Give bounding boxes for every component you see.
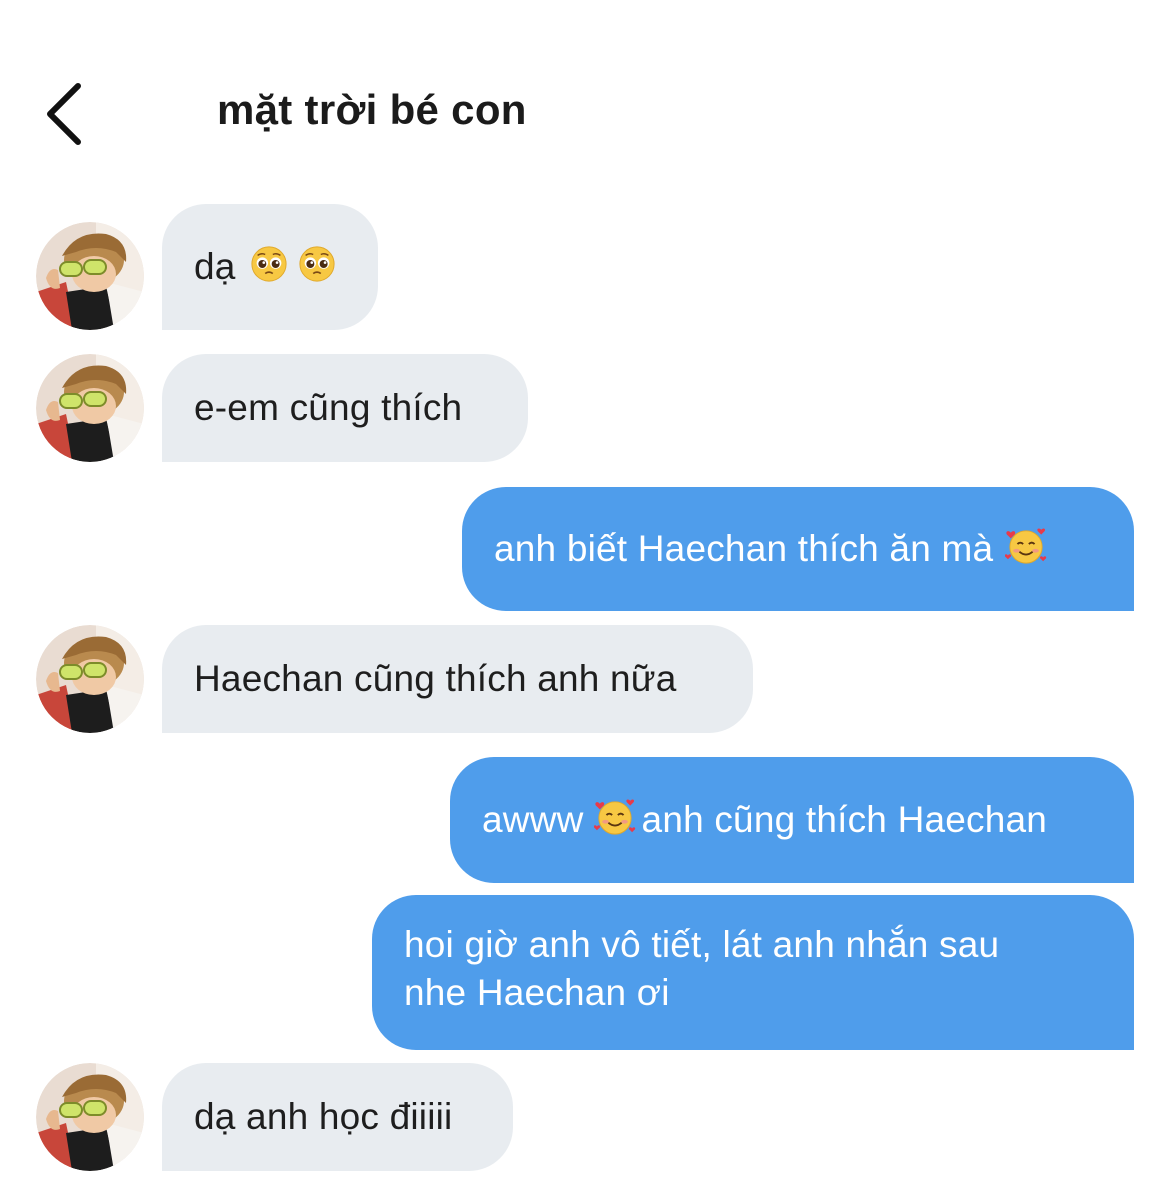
avatar[interactable]	[36, 354, 144, 462]
message-bubble[interactable]: dạ	[162, 204, 378, 330]
message-bubble[interactable]: e-em cũng thích	[162, 354, 528, 462]
message-row-incoming: e-em cũng thích	[0, 354, 1169, 462]
message-text-line: nhe Haechan ơi	[404, 972, 670, 1013]
message-text: e-em cũng thích	[194, 387, 463, 428]
message-text: anh cũng thích Haechan	[641, 799, 1048, 840]
pleading-face-emoji-icon	[298, 245, 336, 283]
back-button[interactable]	[38, 78, 98, 148]
message-row-incoming: Haechan cũng thích anh nữa	[0, 625, 1169, 733]
message-bubble[interactable]: dạ anh học điiiii	[162, 1063, 513, 1171]
message-text: awww	[482, 799, 584, 840]
chat-header: mặt trời bé con	[0, 0, 1169, 180]
message-bubble[interactable]: Haechan cũng thích anh nữa	[162, 625, 753, 733]
avatar[interactable]	[36, 222, 144, 330]
message-bubble-outgoing[interactable]: hoi giờ anh vô tiết, lát anh nhắn sau nh…	[372, 895, 1134, 1050]
message-text-line: hoi giờ anh vô tiết, lát anh nhắn sau	[404, 924, 1000, 965]
message-text: dạ	[194, 246, 236, 287]
message-row-incoming: dạ anh học điiiii	[0, 1063, 1169, 1171]
avatar[interactable]	[36, 625, 144, 733]
conversation-title: mặt trời bé con	[217, 86, 527, 133]
pleading-face-emoji-icon	[250, 245, 288, 283]
message-text: Haechan cũng thích anh nữa	[194, 658, 677, 699]
avatar[interactable]	[36, 1063, 144, 1171]
smiling-face-with-hearts-emoji-icon	[1005, 527, 1047, 565]
message-text: dạ anh học điiiii	[194, 1096, 453, 1137]
smiling-face-with-hearts-emoji-icon	[594, 798, 636, 836]
message-bubble-outgoing[interactable]: anh biết Haechan thích ăn mà	[462, 487, 1134, 611]
chevron-left-icon	[47, 83, 81, 145]
message-text: anh biết Haechan thích ăn mà	[494, 528, 994, 569]
message-bubble-outgoing[interactable]: awww anh cũng thích Haechan	[450, 757, 1134, 883]
message-row-incoming: dạ	[0, 204, 1169, 330]
